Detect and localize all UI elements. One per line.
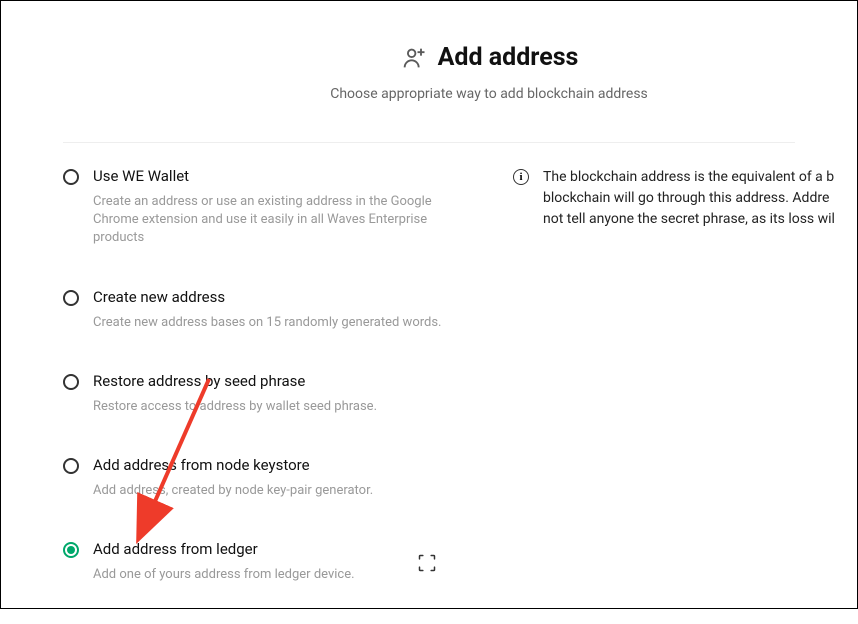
option-desc: Add address, created by node key-pair ge… (93, 482, 463, 500)
option-text: Restore address by seed phrase Restore a… (93, 372, 463, 416)
radio-unchecked-icon (63, 374, 79, 390)
option-text: Add address from node keystore Add addre… (93, 456, 463, 500)
scan-qr-icon[interactable] (417, 553, 437, 573)
option-from-node-keystore[interactable]: Add address from node keystore Add addre… (63, 456, 463, 500)
page-header: Add address Choose appropriate way to ad… (1, 1, 857, 122)
header-title-row: Add address (121, 43, 857, 72)
option-label: Use WE Wallet (93, 167, 463, 185)
info-column: i The blockchain address is the equivale… (513, 161, 857, 624)
info-line: not tell anyone the secret phrase, as it… (543, 209, 835, 230)
option-label: Create new address (93, 288, 463, 306)
content-area: Use WE Wallet Create an address or use a… (1, 143, 857, 624)
option-text: Create new address Create new address ba… (93, 288, 463, 332)
option-desc: Create new address bases on 15 randomly … (93, 314, 463, 332)
option-desc: Restore access to address by wallet seed… (93, 398, 463, 416)
option-label: Restore address by seed phrase (93, 372, 463, 390)
info-line: The blockchain address is the equivalent… (543, 167, 835, 188)
option-desc: Add one of yours address from ledger dev… (93, 566, 463, 584)
option-label: Add address from node keystore (93, 456, 463, 474)
option-use-we-wallet[interactable]: Use WE Wallet Create an address or use a… (63, 167, 463, 248)
options-column: Use WE Wallet Create an address or use a… (63, 161, 463, 624)
option-create-new-address[interactable]: Create new address Create new address ba… (63, 288, 463, 332)
option-text: Use WE Wallet Create an address or use a… (93, 167, 463, 248)
option-text: Add address from ledger Add one of yours… (93, 540, 463, 584)
option-desc: Create an address or use an existing add… (93, 193, 463, 248)
info-line: blockchain will go through this address.… (543, 188, 835, 209)
option-label: Add address from ledger (93, 540, 463, 558)
radio-unchecked-icon (63, 290, 79, 306)
radio-checked-icon (63, 542, 79, 558)
radio-unchecked-icon (63, 169, 79, 185)
option-restore-by-seed[interactable]: Restore address by seed phrase Restore a… (63, 372, 463, 416)
page-title: Add address (438, 43, 579, 72)
radio-unchecked-icon (63, 458, 79, 474)
option-from-ledger[interactable]: Add address from ledger Add one of yours… (63, 540, 463, 584)
info-icon: i (513, 169, 529, 185)
page-subtitle: Choose appropriate way to add blockchain… (121, 86, 857, 102)
person-plus-icon (400, 44, 428, 72)
info-text: The blockchain address is the equivalent… (543, 167, 835, 230)
